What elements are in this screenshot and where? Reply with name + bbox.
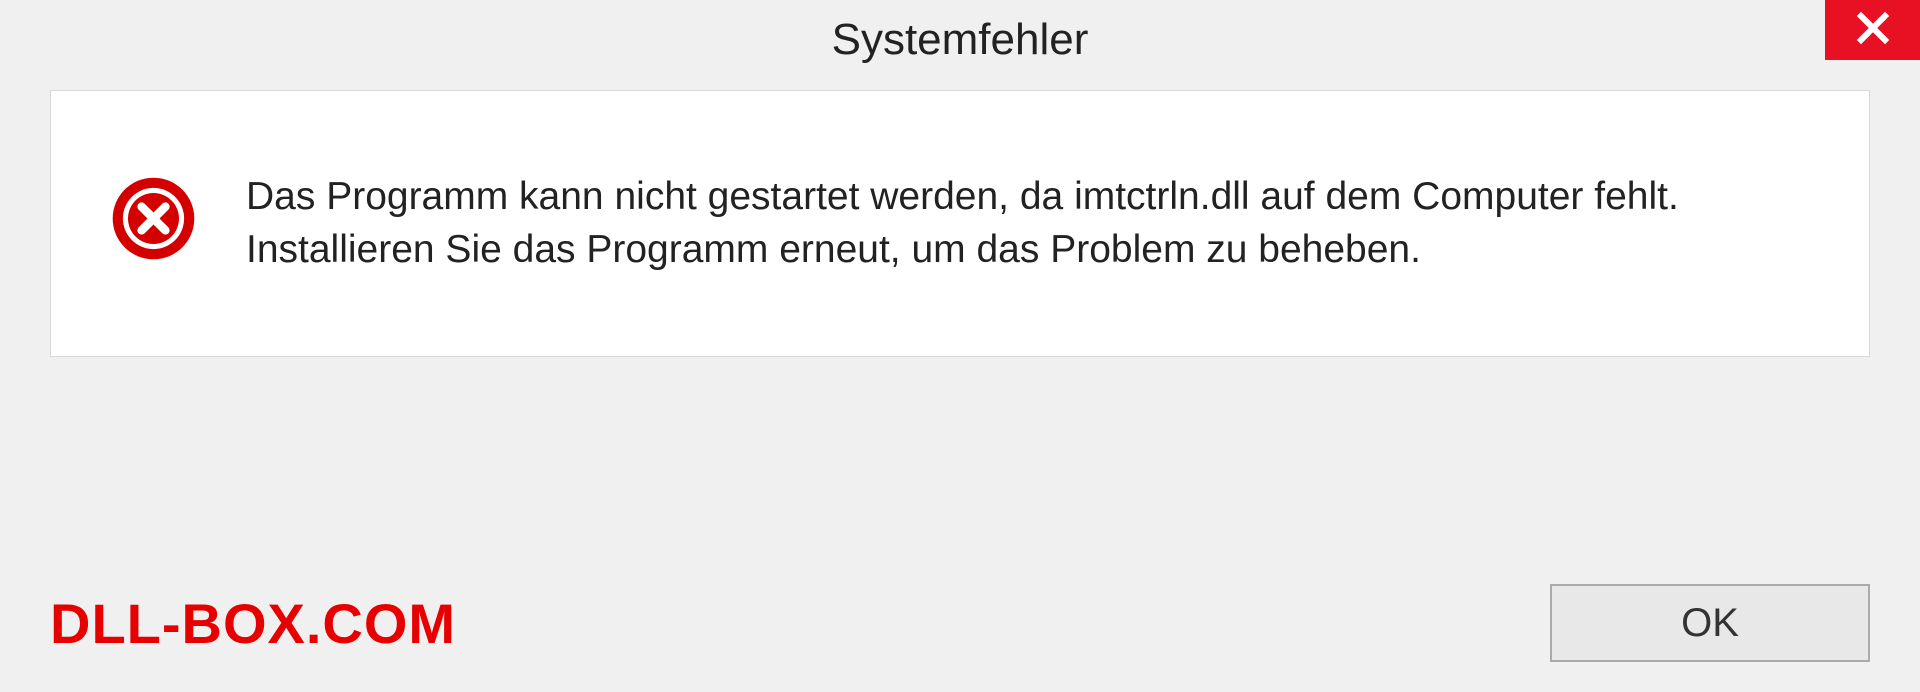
footer: DLL-BOX.COM OK: [50, 584, 1870, 662]
content-box: Das Programm kann nicht gestartet werden…: [50, 90, 1870, 357]
error-dialog: Systemfehler Das Programm kann nicht ges…: [0, 0, 1920, 692]
close-button[interactable]: [1825, 0, 1920, 60]
titlebar: Systemfehler: [0, 0, 1920, 80]
dialog-title: Systemfehler: [832, 15, 1089, 65]
error-icon: [111, 176, 196, 261]
error-message: Das Programm kann nicht gestartet werden…: [246, 171, 1809, 276]
close-icon: [1855, 10, 1891, 51]
ok-button[interactable]: OK: [1550, 584, 1870, 662]
watermark-text: DLL-BOX.COM: [50, 591, 456, 656]
